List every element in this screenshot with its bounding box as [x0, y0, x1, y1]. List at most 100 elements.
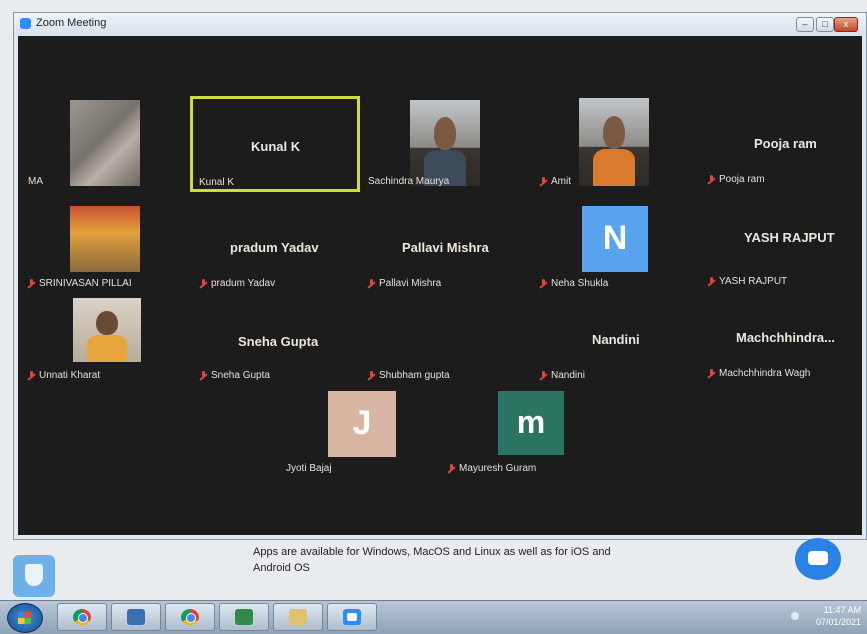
participant-tile-sneha[interactable]: Sneha Gupta Sneha Gupta	[190, 298, 360, 394]
participant-name-label: Pallavi Mishra	[368, 278, 441, 289]
taskbar-clock[interactable]: 11:47 AM 07/01/2021	[816, 604, 861, 628]
participant-big-name: Kunal K	[251, 139, 301, 154]
document-icon	[127, 609, 145, 625]
participant-big-name: pradum Yadav	[230, 240, 319, 255]
shield-icon[interactable]	[13, 555, 55, 597]
muted-mic-icon	[200, 278, 207, 289]
person-body-icon	[593, 149, 635, 186]
gallery-view: MA Kunal K Kunal K Sachindra Maurya Amit…	[18, 36, 862, 535]
participant-big-name: Pooja ram	[754, 136, 817, 151]
chat-bubble-icon[interactable]	[795, 538, 841, 580]
participant-big-name: Pallavi Mishra	[402, 240, 489, 255]
participant-name-label: Sneha Gupta	[200, 370, 270, 381]
muted-mic-icon	[200, 370, 207, 381]
system-tray: 11:47 AM 07/01/2021	[791, 604, 861, 631]
participant-video	[70, 206, 140, 272]
muted-mic-icon	[368, 278, 375, 289]
participant-tile-pallavi[interactable]: Pallavi Mishra Pallavi Mishra	[362, 206, 532, 296]
window-title: Zoom Meeting	[36, 17, 107, 29]
participant-name-label: Unnati Kharat	[28, 370, 100, 381]
shield-inner-shape	[25, 564, 43, 586]
participant-name-label: Sachindra Maurya	[368, 176, 450, 187]
participant-name-label: Pooja ram	[708, 174, 765, 185]
taskbar-app-chrome[interactable]	[57, 603, 107, 631]
muted-mic-icon	[708, 276, 715, 287]
participant-video	[73, 298, 141, 362]
participant-name-label: pradum Yadav	[200, 278, 275, 289]
person-body-icon	[86, 335, 128, 362]
participant-name-label: Jyoti Bajaj	[286, 463, 332, 474]
participant-name-label: Neha Shukla	[540, 278, 608, 289]
zoom-icon	[343, 609, 361, 625]
participant-tile-amit[interactable]: Amit	[534, 96, 704, 192]
start-button[interactable]	[7, 603, 43, 633]
muted-mic-icon	[708, 368, 715, 379]
muted-mic-icon	[368, 370, 375, 381]
muted-mic-icon	[540, 176, 547, 187]
participant-name-label: Mayuresh Guram	[448, 463, 536, 474]
excel-icon	[235, 609, 253, 625]
participant-name-label: SRINIVASAN PILLAI	[28, 278, 132, 289]
zoom-window: Zoom Meeting – □ x MA Kunal K Kunal K Sa…	[13, 12, 867, 540]
participant-name-label: Amit	[540, 176, 571, 187]
participant-tile-shubham[interactable]: Shubham gupta	[362, 298, 532, 394]
participant-name-label: MA	[28, 176, 43, 187]
windows-taskbar: 11:47 AM 07/01/2021	[0, 600, 867, 634]
participant-big-name: Machchhindra...	[736, 330, 835, 345]
participant-tile-pradum[interactable]: pradum Yadav pradum Yadav	[190, 206, 360, 296]
participant-video	[70, 100, 140, 186]
participant-tile-ma[interactable]: MA	[18, 96, 188, 192]
muted-mic-icon	[448, 463, 455, 474]
muted-mic-icon	[540, 370, 547, 381]
participant-tile-neha[interactable]: N Neha Shukla	[534, 206, 704, 296]
participant-big-name: Sneha Gupta	[238, 334, 319, 349]
participant-tile-mayuresh[interactable]: m Mayuresh Guram	[448, 391, 618, 487]
minimize-button[interactable]: –	[796, 17, 814, 32]
chat-bubble-inner	[808, 551, 828, 565]
participant-video	[579, 98, 649, 186]
folder-icon	[289, 609, 307, 625]
taskbar-app-chrome-2[interactable]	[165, 603, 215, 631]
person-head-icon	[433, 117, 457, 150]
participant-name-label: YASH RAJPUT	[708, 276, 787, 287]
participant-tile-nandini[interactable]: Nandini Nandini	[534, 298, 704, 394]
chrome-icon	[73, 609, 91, 625]
participant-tile-jyoti[interactable]: J Jyoti Bajaj	[280, 391, 450, 487]
participant-tile-unnati[interactable]: Unnati Kharat	[18, 298, 188, 394]
participant-tile-pooja[interactable]: Pooja ram Pooja ram	[702, 96, 867, 192]
person-head-icon	[602, 115, 626, 150]
tray-indicator-icon[interactable]	[791, 612, 799, 620]
window-title-bar[interactable]: Zoom Meeting – □ x	[14, 13, 866, 35]
participant-video	[410, 100, 480, 186]
apps-availability-text: Apps are available for Windows, MacOS an…	[253, 546, 611, 574]
clock-time: 11:47 AM	[823, 605, 861, 615]
taskbar-app-documents[interactable]	[111, 603, 161, 631]
participant-tile-srinivasan[interactable]: SRINIVASAN PILLAI	[18, 206, 188, 296]
windows-logo-icon	[18, 612, 31, 624]
zoom-logo-icon	[20, 18, 31, 29]
chrome-icon	[181, 609, 199, 625]
participant-big-name: Nandini	[592, 332, 640, 347]
taskbar-app-zoom[interactable]	[327, 603, 377, 631]
person-head-icon	[96, 310, 118, 336]
participant-name-label: Nandini	[540, 370, 585, 381]
muted-mic-icon	[540, 278, 547, 289]
participant-tile-kunal[interactable]: Kunal K Kunal K	[190, 96, 360, 192]
muted-mic-icon	[708, 174, 715, 185]
participant-name-label: Machchhindra Wagh	[708, 368, 810, 379]
participant-tile-machchhindra[interactable]: Machchhindra... Machchhindra Wagh	[702, 298, 867, 394]
clock-date: 07/01/2021	[815, 617, 861, 627]
participant-avatar: N	[582, 206, 648, 272]
participant-name-label: Kunal K	[199, 177, 235, 188]
participant-avatar: J	[328, 391, 396, 457]
participant-tile-sachindra[interactable]: Sachindra Maurya	[362, 96, 532, 192]
muted-mic-icon	[28, 278, 35, 289]
maximize-button[interactable]: □	[816, 17, 834, 32]
participant-avatar: m	[498, 391, 564, 455]
close-button[interactable]: x	[834, 17, 858, 32]
participant-name-label: Shubham gupta	[368, 370, 450, 381]
taskbar-app-excel[interactable]	[219, 603, 269, 631]
participant-tile-yash[interactable]: YASH RAJPUT YASH RAJPUT	[702, 206, 867, 296]
muted-mic-icon	[28, 370, 35, 381]
taskbar-app-folder[interactable]	[273, 603, 323, 631]
